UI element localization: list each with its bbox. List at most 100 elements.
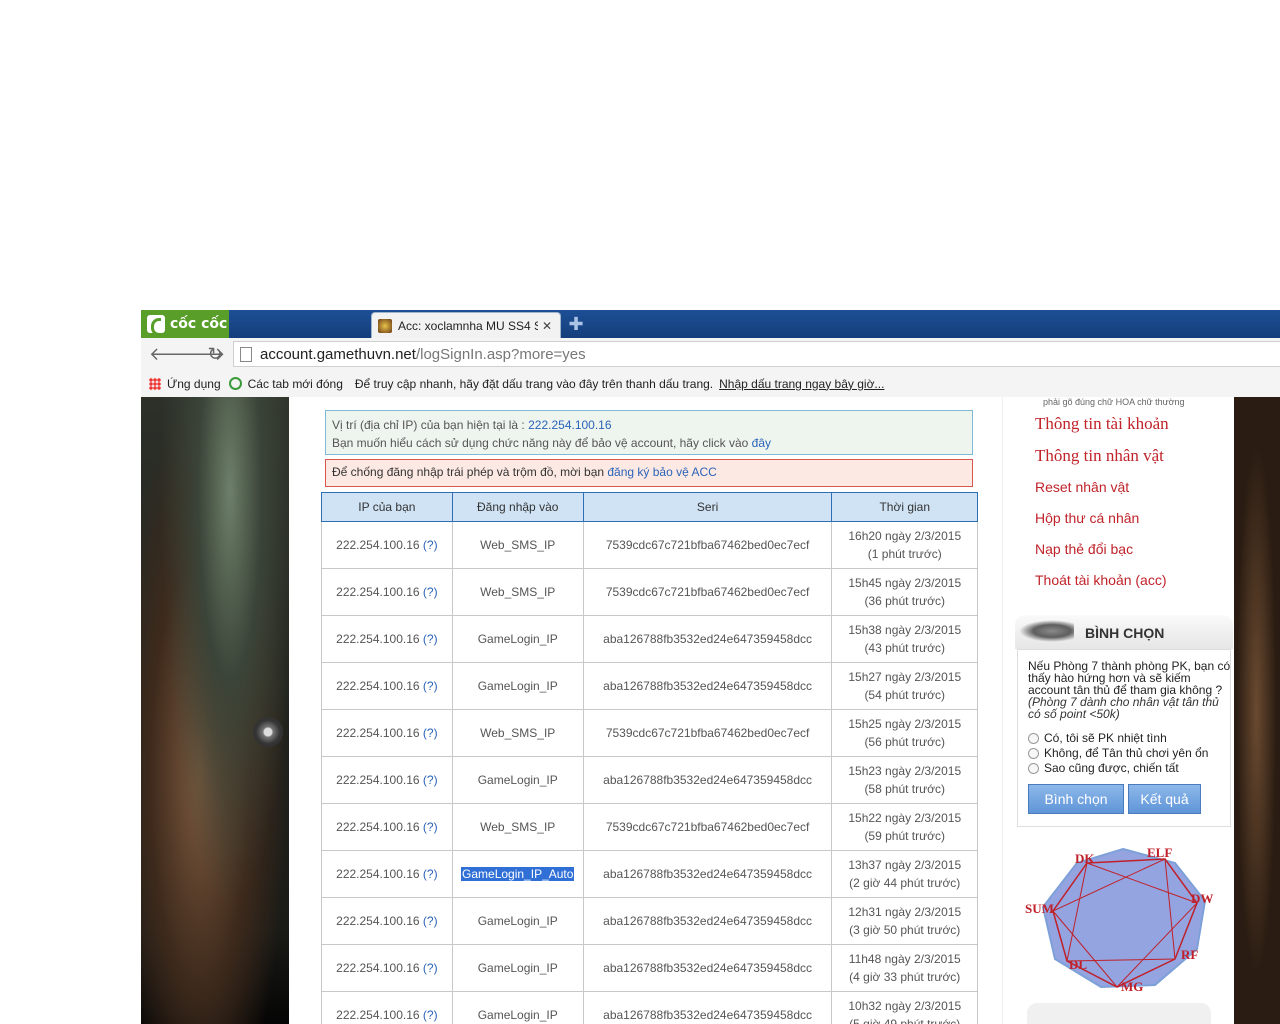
browser-tab-active[interactable]: Acc: xoclamnha MU SS4 SS ✕ (371, 312, 561, 338)
topup-link[interactable]: Nạp thẻ đổi bạc (1035, 541, 1133, 557)
forward-arrow-icon[interactable]: 🡒 (177, 344, 225, 364)
vote-option-2[interactable]: Không, để Tân thủ chơi yên ổn (1028, 746, 1208, 760)
ip-help-link[interactable]: (?) (423, 914, 438, 928)
time-value: 16h20 ngày 2/3/2015 (848, 529, 962, 543)
recent-tabs-label: Các tab mới đóng (247, 376, 343, 391)
table-row: 222.254.100.16 (?) Web_SMS_IP 7539cdc67c72… (321, 709, 978, 757)
vote-title: BÌNH CHỌN (1085, 625, 1165, 641)
browser-titlebar: cốc cốc Acc: xoclamnha MU SS4 SS ✕ ✚ (141, 310, 1280, 338)
target-value: GameLogin_IP (477, 632, 558, 646)
help-text: Bạn muốn hiểu cách sử dụng chức năng này… (332, 436, 752, 450)
target-value: GameLogin_IP (477, 679, 558, 693)
diagram-shape (1041, 847, 1207, 989)
blank-desktop-area (0, 0, 1280, 310)
ip-help-link[interactable]: (?) (423, 820, 438, 834)
target-value: Web_SMS_IP (480, 820, 556, 834)
ip-help-link[interactable]: (?) (423, 867, 438, 881)
page-viewport: Vị trí (địa chỉ IP) của bạn hiện tại là … (141, 397, 1280, 1024)
target-cell: Web_SMS_IP (451, 709, 584, 757)
ip-help-link[interactable]: (?) (423, 961, 438, 975)
vote-option-3[interactable]: Sao cũng được, chiến tất (1028, 761, 1179, 775)
radio-button[interactable] (1028, 762, 1039, 774)
help-link[interactable]: đây (752, 436, 771, 450)
target-cell: GameLogin_IP (451, 944, 584, 992)
target-value: Web_SMS_IP (480, 585, 556, 599)
target-cell: Web_SMS_IP (451, 521, 584, 569)
ip-cell: 222.254.100.16 (?) (321, 615, 453, 663)
bottom-card (1027, 1003, 1211, 1024)
header-time: Thời gian (831, 492, 978, 522)
ip-value: 222.254.100.16 (336, 867, 420, 881)
ip-cell: 222.254.100.16 (?) (321, 850, 453, 898)
new-tab-icon[interactable]: ✚ (567, 315, 585, 333)
label-dw: DW (1191, 891, 1213, 906)
ip-cell: 222.254.100.16 (?) (321, 803, 453, 851)
page-icon (240, 346, 252, 362)
time-cell: 16h20 ngày 2/3/2015 (1 phút trước) (831, 521, 978, 569)
table-row: 222.254.100.16 (?) GameLogin_IP aba126788f… (321, 615, 978, 663)
time-ago: (1 phút trước) (867, 547, 942, 561)
target-cell: Web_SMS_IP (451, 803, 584, 851)
ip-help-link[interactable]: (?) (423, 773, 438, 787)
ip-help-link[interactable]: (?) (423, 585, 438, 599)
coccoc-logo[interactable]: cốc cốc (141, 310, 229, 338)
ip-value: 222.254.100.16 (336, 961, 420, 975)
result-button[interactable]: Kết quả (1128, 784, 1201, 814)
import-bookmarks-link[interactable]: Nhập dấu trang ngay bây giờ... (719, 377, 884, 391)
time-value: 15h38 ngày 2/3/2015 (848, 623, 962, 637)
ip-value: 222.254.100.16 (336, 914, 420, 928)
target-value: Web_SMS_IP (480, 538, 556, 552)
time-value: 11h48 ngày 2/3/2015 (848, 952, 961, 966)
ip-help-link[interactable]: (?) (423, 632, 438, 646)
table-row: 222.254.100.16 (?) GameLogin_IP aba126788f… (321, 662, 978, 710)
recent-tabs-bookmark[interactable]: Các tab mới đóng (228, 376, 343, 391)
reload-icon[interactable]: ↻ (205, 344, 225, 364)
protect-warning-box: Để chống đăng nhập trái phép và trộm đồ,… (325, 459, 973, 487)
ip-cell: 222.254.100.16 (?) (321, 897, 453, 945)
table-row: 222.254.100.16 (?) GameLogin_IP aba126788f… (321, 944, 978, 992)
table-row: 222.254.100.16 (?) Web_SMS_IP 7539cdc67c72… (321, 803, 978, 851)
label-dk: DK (1075, 851, 1095, 866)
radio-button[interactable] (1028, 732, 1039, 744)
option-label: Sao cũng được, chiến tất (1044, 761, 1179, 775)
label-rf: RF (1181, 947, 1198, 962)
radio-button[interactable] (1028, 747, 1039, 759)
url-host: account.gamethuvn.net (260, 345, 416, 363)
header-ip: IP của bạn (321, 492, 453, 522)
reset-character-link[interactable]: Reset nhân vật (1035, 479, 1129, 495)
vote-button[interactable]: Bình chọn (1028, 784, 1124, 814)
apps-grid-icon (149, 377, 161, 390)
target-value: Web_SMS_IP (480, 726, 556, 740)
time-ago: (3 giờ 50 phút trước) (849, 923, 961, 937)
tab-close-icon[interactable]: ✕ (542, 319, 552, 333)
seri-cell: aba126788fb3532ed24e647359458dcc (582, 662, 833, 710)
ip-help-link[interactable]: (?) (423, 679, 438, 693)
target-value: GameLogin_IP (477, 914, 558, 928)
time-ago: (59 phút trước) (864, 829, 946, 843)
ip-help-link[interactable]: (?) (423, 1008, 438, 1022)
ip-value: 222.254.100.16 (336, 585, 420, 599)
time-cell: 15h38 ngày 2/3/2015 (43 phút trước) (831, 615, 978, 663)
ip-help-link[interactable]: (?) (423, 538, 438, 552)
target-cell: GameLogin_IP (451, 662, 584, 710)
register-protect-link[interactable]: đăng ký bảo vệ ACC (607, 465, 716, 479)
target-value: GameLogin_IP (477, 1008, 558, 1022)
address-bar[interactable]: account.gamethuvn.net/logSignIn.asp?more… (233, 341, 1280, 367)
ip-help-link[interactable]: (?) (423, 726, 438, 740)
ip-cell: 222.254.100.16 (?) (321, 662, 453, 710)
inbox-link[interactable]: Hộp thư cá nhân (1035, 510, 1139, 526)
time-value: 15h22 ngày 2/3/2015 (848, 811, 962, 825)
browser-toolbar: 🡐 🡒 ↻ account.gamethuvn.net/logSignIn.as… (141, 338, 1280, 371)
table-row: 222.254.100.16 (?) GameLogin_IP aba126788f… (321, 897, 978, 945)
character-info-link[interactable]: Thông tin nhân vật (1035, 446, 1164, 466)
bookmarks-bar: Ứng dụng Các tab mới đóng Để truy cập nh… (141, 370, 1280, 398)
seri-cell: aba126788fb3532ed24e647359458dcc (582, 944, 833, 992)
time-cell: 10h32 ngày 2/3/2015 (5 giờ 49 phút trước) (831, 991, 978, 1024)
apps-bookmark[interactable]: Ứng dụng (149, 377, 221, 391)
url-path: /logSignIn.asp?more=yes (415, 345, 586, 363)
logout-link[interactable]: Thoát tài khoản (acc) (1035, 572, 1167, 588)
current-ip: 222.254.100.16 (528, 418, 612, 432)
back-arrow-icon[interactable]: 🡐 (149, 344, 197, 364)
vote-option-1[interactable]: Có, tôi sẽ PK nhiệt tình (1028, 731, 1167, 745)
account-info-link[interactable]: Thông tin tài khoản (1035, 414, 1169, 434)
